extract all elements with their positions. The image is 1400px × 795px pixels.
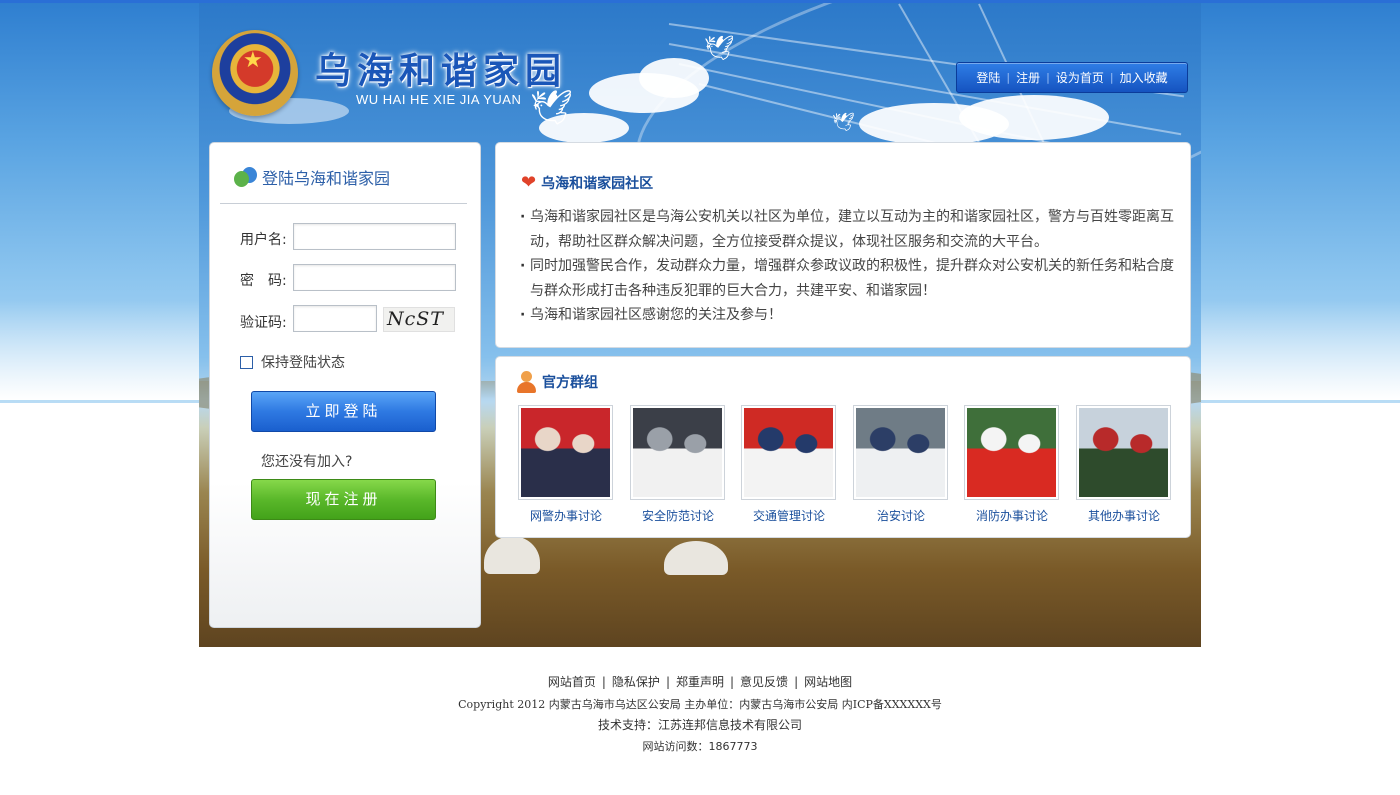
login-button[interactable]: 立即登陆 (251, 391, 436, 432)
group-label[interactable]: 安全防范讨论 (630, 507, 726, 524)
group-item[interactable]: 安全防范讨论 (630, 405, 726, 524)
groups-header: 官方群组 (516, 371, 598, 393)
password-label: 密 码: (240, 273, 287, 289)
footer-link-feedback[interactable]: 意见反馈 (740, 675, 788, 689)
group-item[interactable]: 治安讨论 (853, 405, 949, 524)
remember-label: 保持登陆状态 (261, 355, 345, 371)
footer-support: 技术支持：江苏连邦信息技术有限公司 (597, 718, 802, 732)
footer-link-privacy[interactable]: 隐私保护 (612, 675, 660, 689)
intro-paragraph: 同时加强警民合作，发动群众力量，增强群众参政议政的积极性，提升群众对公安机关的新… (520, 254, 1176, 303)
footer-separator: | (601, 675, 606, 689)
group-photo (1079, 408, 1168, 497)
join-prompt: 您还没有加入? (261, 454, 353, 470)
group-thumbnail[interactable] (518, 405, 613, 500)
nav-set-homepage-link[interactable]: 设为首页 (1050, 69, 1110, 86)
yurt (484, 536, 540, 574)
footer-link-statement[interactable]: 郑重声明 (676, 675, 724, 689)
footer-separator: | (794, 675, 799, 689)
official-groups-panel: 官方群组 网警办事讨论 安全防范讨论 交通管理讨论 治安讨论 消防办事讨论 其他办事讨论 (495, 356, 1191, 538)
group-item[interactable]: 消防办事讨论 (964, 405, 1060, 524)
divider (220, 203, 467, 204)
dove-icon: 🕊 (832, 112, 855, 133)
emblem-star-icon: ★ (243, 48, 263, 73)
cloud (639, 58, 709, 98)
username-input[interactable] (293, 223, 456, 250)
cloud (959, 95, 1109, 140)
group-thumbnail[interactable] (964, 405, 1059, 500)
group-label[interactable]: 其他办事讨论 (1076, 507, 1172, 524)
remember-me[interactable]: 保持登陆状态 (240, 352, 345, 372)
intro-title: 乌海和谐家园社区 (541, 176, 654, 192)
username-label: 用户名: (240, 232, 287, 248)
intro-header: ❤ 乌海和谐家园社区 (521, 173, 653, 193)
top-nav: 登陆 | 注册 | 设为首页 | 加入收藏 (956, 62, 1188, 93)
group-thumbnail[interactable] (630, 405, 725, 500)
register-button[interactable]: 现在注册 (251, 479, 436, 520)
person-icon (516, 371, 536, 393)
captcha-label: 验证码: (240, 315, 287, 331)
footer-visit-count: 网站访问数：1867773 (642, 740, 758, 753)
site-subtitle: WU HAI HE XIE JIA YUAN (356, 92, 522, 107)
footer-link-sitemap[interactable]: 网站地图 (804, 675, 852, 689)
password-input[interactable] (293, 264, 456, 291)
footer-separator: | (730, 675, 735, 689)
remember-checkbox[interactable] (240, 355, 253, 369)
group-photo (633, 408, 722, 497)
group-label[interactable]: 消防办事讨论 (964, 507, 1060, 524)
login-panel: 登陆乌海和谐家园 用户名: 密 码: 验证码: NcST 保持登陆状态 立即登陆… (209, 142, 481, 628)
heart-icon: ❤ (521, 172, 537, 193)
group-photo (744, 408, 833, 497)
dove-icon: 🕊 (704, 34, 735, 62)
site-title: 乌海和谐家园 (315, 50, 568, 92)
group-thumbnail[interactable] (1076, 405, 1171, 500)
captcha-image[interactable]: NcST (383, 307, 455, 332)
group-thumbnail[interactable] (853, 405, 948, 500)
users-icon (234, 165, 258, 189)
police-emblem-logo (212, 30, 298, 116)
group-photo (521, 408, 610, 497)
group-photo (967, 408, 1056, 497)
yurt (664, 541, 728, 575)
intro-paragraph: 乌海和谐家园社区感谢您的关注及参与！ (520, 303, 1176, 328)
footer-separator: | (665, 675, 670, 689)
group-item[interactable]: 其他办事讨论 (1076, 405, 1172, 524)
group-item[interactable]: 交通管理讨论 (741, 405, 837, 524)
group-label[interactable]: 治安讨论 (853, 507, 949, 524)
login-title: 登陆乌海和谐家园 (262, 169, 391, 188)
nav-register-link[interactable]: 注册 (1010, 69, 1046, 86)
group-label[interactable]: 网警办事讨论 (518, 507, 614, 524)
group-photo (856, 408, 945, 497)
groups-title: 官方群组 (542, 375, 598, 391)
intro-list: 乌海和谐家园社区是乌海公安机关以社区为单位，建立以互动为主的和谐家园社区，警方与… (520, 205, 1176, 328)
footer-copyright: Copyright 2012 内蒙古乌海市乌达区公安局 主办单位：内蒙古乌海市公… (458, 698, 942, 711)
group-item[interactable]: 网警办事讨论 (518, 405, 614, 524)
footer-link-home[interactable]: 网站首页 (548, 675, 596, 689)
footer-links: 网站首页 | 隐私保护 | 郑重声明 | 意见反馈 | 网站地图 (0, 673, 1400, 690)
nav-add-favorite-link[interactable]: 加入收藏 (1114, 69, 1174, 86)
login-header: 登陆乌海和谐家园 (234, 165, 390, 189)
group-thumbnail[interactable] (741, 405, 836, 500)
intro-paragraph: 乌海和谐家园社区是乌海公安机关以社区为单位，建立以互动为主的和谐家园社区，警方与… (520, 205, 1176, 254)
nav-login-link[interactable]: 登陆 (970, 69, 1006, 86)
group-label[interactable]: 交通管理讨论 (741, 507, 837, 524)
dove-icon: 🕊 (530, 88, 574, 128)
community-intro-panel: ❤ 乌海和谐家园社区 乌海和谐家园社区是乌海公安机关以社区为单位，建立以互动为主… (495, 142, 1191, 348)
captcha-input[interactable] (293, 305, 377, 332)
